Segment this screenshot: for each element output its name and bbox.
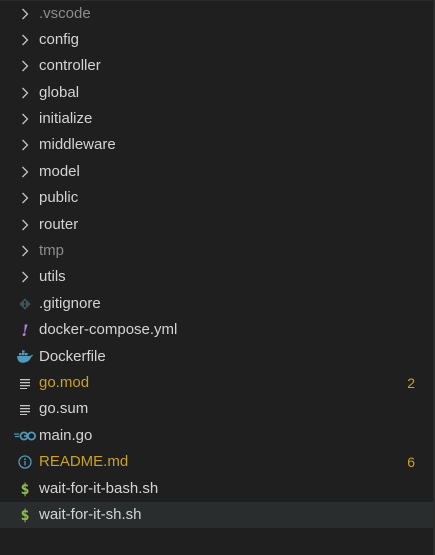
folder-row-controller[interactable]: controller [0, 53, 433, 79]
chevron-right-icon [18, 264, 32, 290]
folder-row-vscode[interactable]: .vscode [0, 1, 433, 27]
folder-label: controller [39, 57, 101, 74]
git-icon [15, 291, 35, 317]
file-label: .gitignore [39, 295, 101, 312]
folder-label: middleware [39, 136, 116, 153]
chevron-right-icon [18, 1, 32, 27]
chevron-right-icon [18, 185, 32, 211]
file-label: wait-for-it-bash.sh [39, 480, 159, 497]
folder-row-global[interactable]: global [0, 80, 433, 106]
info-icon [15, 449, 35, 475]
chevron-right-icon [18, 212, 32, 238]
file-row-go-mod[interactable]: go.mod 2 [0, 370, 433, 396]
lines-icon [15, 396, 35, 422]
file-row-main-go[interactable]: main.go [0, 423, 433, 449]
chevron-right-icon [18, 106, 32, 132]
dollar-icon: $ [20, 480, 30, 498]
folder-label: utils [39, 268, 66, 285]
file-label: README.md [39, 453, 129, 470]
file-label: go.sum [39, 400, 89, 417]
file-row-go-sum[interactable]: go.sum [0, 396, 433, 422]
exclamation-icon: ! [21, 320, 29, 340]
folder-row-tmp[interactable]: tmp [0, 238, 433, 264]
folder-row-public[interactable]: public [0, 185, 433, 211]
chevron-right-icon [18, 27, 32, 53]
folder-row-utils[interactable]: utils [0, 264, 433, 290]
file-row-dockerfile[interactable]: Dockerfile [0, 344, 433, 370]
file-row-wait-for-it-sh[interactable]: $ wait-for-it-sh.sh [0, 502, 433, 528]
folder-label: model [39, 163, 80, 180]
folder-row-middleware[interactable]: middleware [0, 132, 433, 158]
file-explorer: .vscode config controller global initial… [0, 0, 435, 555]
file-label: Dockerfile [39, 348, 106, 365]
chevron-right-icon [18, 159, 32, 185]
file-row-readme[interactable]: README.md 6 [0, 449, 433, 475]
lines-icon [15, 370, 35, 396]
folder-label: initialize [39, 110, 93, 127]
file-label: go.mod [39, 374, 90, 391]
chevron-right-icon [18, 132, 32, 158]
problem-count-badge: 2 [407, 375, 415, 391]
folder-row-config[interactable]: config [0, 27, 433, 53]
file-row-gitignore[interactable]: .gitignore [0, 291, 433, 317]
chevron-right-icon [18, 238, 32, 264]
file-label: docker-compose.yml [39, 321, 178, 338]
folder-label: public [39, 189, 79, 206]
docker-whale-icon [15, 344, 35, 370]
folder-label: .vscode [39, 5, 91, 22]
folder-row-model[interactable]: model [0, 159, 433, 185]
folder-row-router[interactable]: router [0, 212, 433, 238]
file-row-docker-compose[interactable]: ! docker-compose.yml [0, 317, 433, 343]
go-icon [13, 423, 37, 449]
file-row-wait-for-it-bash[interactable]: $ wait-for-it-bash.sh [0, 476, 433, 502]
folder-label: tmp [39, 242, 65, 259]
chevron-right-icon [18, 53, 32, 79]
folder-row-initialize[interactable]: initialize [0, 106, 433, 132]
folder-label: config [39, 31, 80, 48]
folder-label: global [39, 84, 80, 101]
file-label: main.go [39, 427, 93, 444]
folder-label: router [39, 216, 79, 233]
chevron-right-icon [18, 80, 32, 106]
problem-count-badge: 6 [407, 454, 415, 470]
file-label: wait-for-it-sh.sh [39, 506, 142, 523]
dollar-icon: $ [20, 506, 30, 524]
